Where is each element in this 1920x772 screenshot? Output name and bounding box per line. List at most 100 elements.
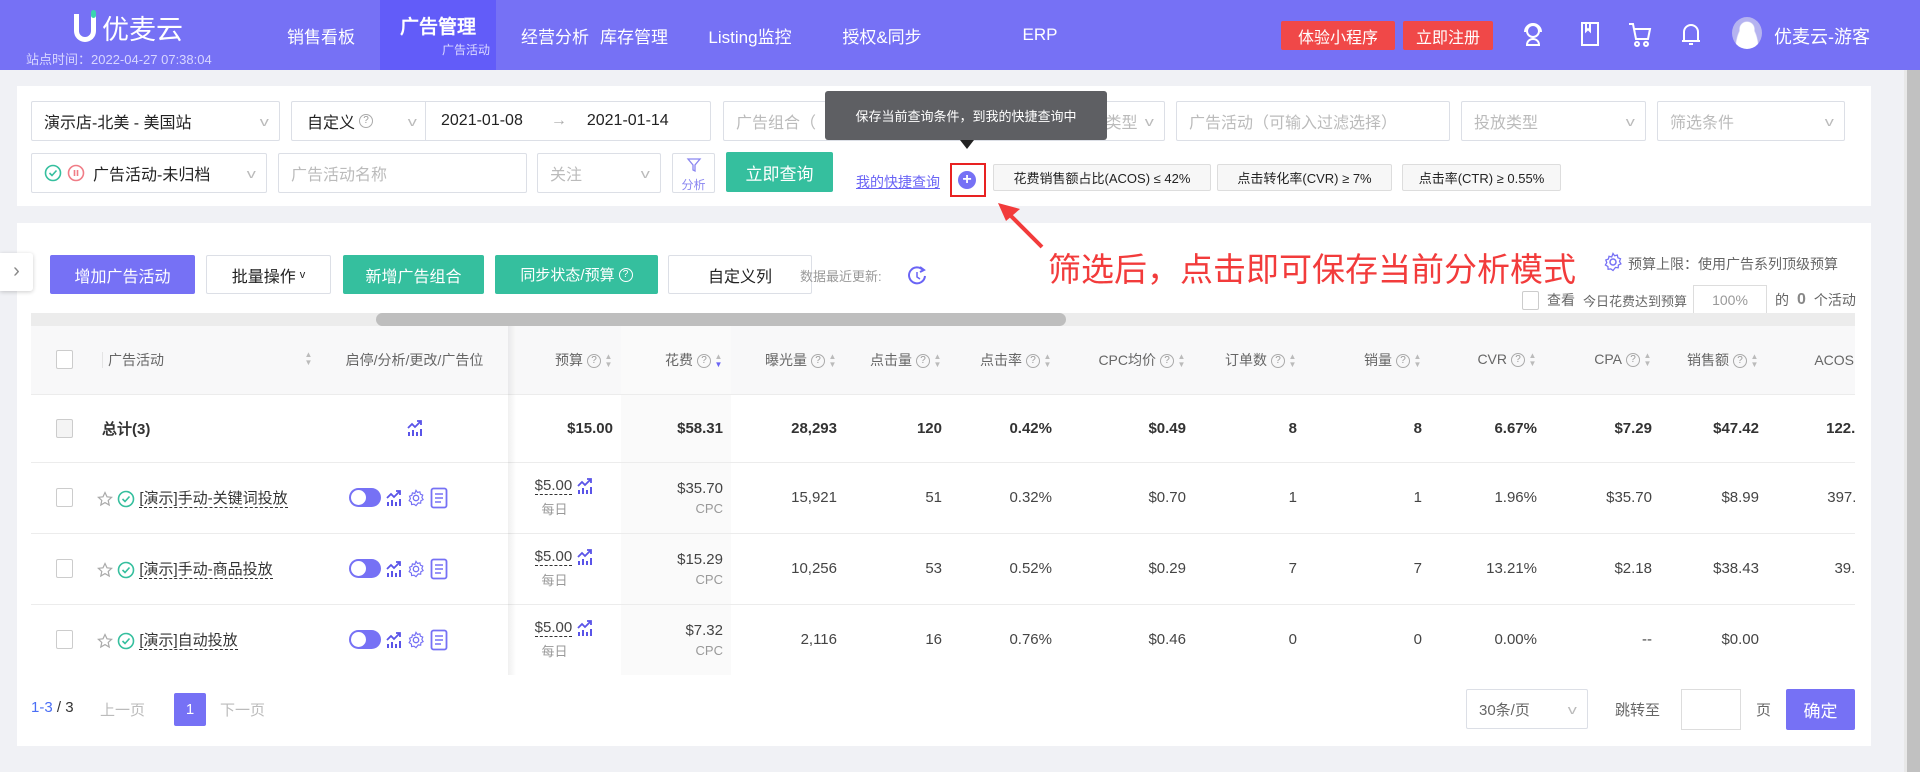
placement-report-icon[interactable] bbox=[430, 487, 448, 509]
placement-report-icon[interactable] bbox=[430, 629, 448, 651]
date-end[interactable]: 2021-01-14 bbox=[587, 112, 669, 130]
status-select[interactable]: 广告活动-未归档 v bbox=[31, 153, 267, 193]
nav-sales-board[interactable]: 销售看板 bbox=[287, 0, 355, 70]
sort-icon[interactable]: ▲ ▼ bbox=[304, 351, 313, 367]
row-checkbox[interactable] bbox=[55, 630, 73, 649]
horizontal-scrollbar[interactable] bbox=[31, 313, 1855, 326]
column-header-7[interactable]: CPC均价? ▲ ▼ bbox=[1060, 326, 1194, 395]
nav-listing-monitor[interactable]: Listing监控 bbox=[708, 0, 791, 70]
budget-trend-icon[interactable] bbox=[576, 477, 594, 495]
column-header-9[interactable]: 销量? ▲ ▼ bbox=[1305, 326, 1430, 395]
sort-icon[interactable]: ▲ ▼ bbox=[828, 353, 837, 369]
register-button[interactable]: 立即注册 bbox=[1403, 21, 1493, 50]
date-mode-select[interactable]: 自定义? v bbox=[292, 102, 426, 140]
trend-chart-icon[interactable] bbox=[385, 560, 403, 578]
date-range-picker[interactable]: 自定义? v 2021-01-08 → 2021-01-14 bbox=[291, 101, 711, 141]
budget-trend-icon[interactable] bbox=[576, 619, 594, 637]
scrollbar-thumb[interactable] bbox=[376, 313, 1066, 326]
column-header-campaign[interactable]: 广告活动 ▲ ▼ bbox=[97, 326, 321, 395]
nav-inventory[interactable]: 库存管理 bbox=[600, 0, 668, 70]
row-checkbox[interactable] bbox=[55, 488, 73, 507]
sort-icon[interactable]: ▲ ▼ bbox=[604, 353, 613, 369]
column-header-13[interactable]: ACOS? bbox=[1767, 326, 1855, 395]
add-quick-query-icon[interactable]: + bbox=[958, 171, 976, 189]
campaign-name-link[interactable]: [演示]手动-关键词投放 bbox=[139, 489, 288, 508]
settings-icon[interactable] bbox=[407, 559, 425, 578]
table-row[interactable]: [演示]手动-关键词投放 $5.00 每日 $35.70 CPC 15,921 51 0.… bbox=[31, 462, 1855, 534]
budget-trend-icon[interactable] bbox=[576, 548, 594, 566]
filter-chip-cvr[interactable]: 点击转化率(CVR) ≥ 7% bbox=[1217, 164, 1392, 191]
avatar[interactable] bbox=[1732, 17, 1762, 49]
row-checkbox[interactable] bbox=[55, 559, 73, 578]
campaign-name-input[interactable]: 广告活动名称 bbox=[278, 153, 527, 193]
table-row[interactable]: [演示]自动投放 $5.00 每日 $7.32 CPC 2,116 16 0.76% $0.… bbox=[31, 604, 1855, 675]
column-header-2[interactable]: 预算? ▲ ▼ bbox=[508, 326, 621, 395]
batch-operation-button[interactable]: 批量操作 v bbox=[206, 255, 331, 294]
sort-icon[interactable]: ▲ ▼ bbox=[714, 353, 723, 369]
budget-value[interactable]: $5.00 bbox=[534, 618, 573, 637]
star-icon[interactable] bbox=[97, 562, 113, 578]
sidebar-expand-icon[interactable]: › bbox=[0, 253, 33, 291]
trend-chart-icon[interactable] bbox=[385, 489, 403, 507]
sort-icon[interactable]: ▲ ▼ bbox=[1177, 353, 1186, 369]
date-start[interactable]: 2021-01-08 bbox=[441, 112, 523, 130]
username[interactable]: 优麦云-游客 bbox=[1774, 23, 1870, 49]
prev-page-button[interactable]: 上一页 bbox=[100, 699, 145, 720]
star-icon[interactable] bbox=[97, 491, 113, 507]
store-select[interactable]: 演示店-北美 - 美国站 v bbox=[31, 101, 280, 141]
column-header-8[interactable]: 订单数? ▲ ▼ bbox=[1194, 326, 1305, 395]
enable-toggle[interactable] bbox=[349, 488, 381, 507]
column-header-3[interactable]: 花费? ▲ ▼ bbox=[621, 326, 731, 395]
view-checkbox[interactable] bbox=[1522, 290, 1539, 310]
column-header-5[interactable]: 点击量? ▲ ▼ bbox=[845, 326, 950, 395]
sort-icon[interactable]: ▲ ▼ bbox=[1413, 353, 1422, 369]
budget-value[interactable]: $5.00 bbox=[534, 476, 573, 495]
settings-icon[interactable] bbox=[407, 488, 425, 507]
table-row[interactable]: [演示]手动-商品投放 $5.00 每日 $15.29 CPC 10,256 53 0.5… bbox=[31, 533, 1855, 605]
campaign-select[interactable]: 广告活动（可输入过滤选择） bbox=[1176, 101, 1450, 141]
customer-service-icon[interactable] bbox=[1520, 20, 1546, 48]
try-miniapp-button[interactable]: 体验小程序 bbox=[1281, 21, 1395, 50]
settings-gear-icon[interactable] bbox=[1603, 252, 1623, 272]
enable-toggle[interactable] bbox=[349, 559, 381, 578]
targeting-type-select[interactable]: 投放类型 v bbox=[1461, 101, 1646, 141]
custom-columns-button[interactable]: 自定义列 bbox=[668, 255, 812, 294]
filter-chip-acos[interactable]: 花费销售额占比(ACOS) ≤ 42% bbox=[993, 164, 1211, 191]
filter-chip-ctr[interactable]: 点击率(CTR) ≥ 0.55% bbox=[1402, 164, 1561, 191]
campaign-name-link[interactable]: [演示]手动-商品投放 bbox=[139, 560, 273, 579]
quick-query-link[interactable]: 我的快捷查询 bbox=[856, 172, 940, 192]
column-header-12[interactable]: 销售额? ▲ ▼ bbox=[1660, 326, 1767, 395]
campaign-name-link[interactable]: [演示]自动投放 bbox=[139, 631, 238, 650]
condition-select[interactable]: 筛选条件 v bbox=[1657, 101, 1845, 141]
sort-icon[interactable]: ▲ ▼ bbox=[933, 353, 942, 369]
logo[interactable]: 优麦云 bbox=[74, 8, 183, 47]
sort-icon[interactable]: ▲ ▼ bbox=[1643, 352, 1652, 368]
settings-icon[interactable] bbox=[407, 630, 425, 649]
add-ad-group-button[interactable]: 新增广告组合 bbox=[343, 255, 484, 294]
sort-icon[interactable]: ▲ ▼ bbox=[1288, 353, 1297, 369]
add-campaign-button[interactable]: 增加广告活动 bbox=[50, 255, 195, 294]
sort-icon[interactable]: ▲ ▼ bbox=[1528, 352, 1537, 368]
nav-ad-management[interactable]: 广告管理 广告活动 bbox=[380, 0, 496, 70]
next-page-button[interactable]: 下一页 bbox=[220, 699, 265, 720]
page-1-button[interactable]: 1 bbox=[174, 693, 206, 726]
query-button[interactable]: 立即查询 bbox=[726, 152, 833, 192]
column-header-10[interactable]: CVR? ▲ ▼ bbox=[1430, 326, 1545, 395]
budget-percent-input[interactable]: 100% bbox=[1693, 285, 1768, 315]
follow-select[interactable]: 关注 v bbox=[537, 153, 661, 193]
sort-icon[interactable]: ▲ ▼ bbox=[1750, 353, 1759, 369]
nav-business-analysis[interactable]: 经营分析 bbox=[521, 0, 589, 70]
trend-chart-icon[interactable] bbox=[406, 419, 424, 437]
analyze-button[interactable]: 分析 bbox=[672, 153, 715, 193]
sync-status-button[interactable]: 同步状态/预算? bbox=[495, 255, 658, 294]
column-header-11[interactable]: CPA? ▲ ▼ bbox=[1545, 326, 1660, 395]
bell-icon[interactable] bbox=[1678, 20, 1704, 48]
column-header-4[interactable]: 曝光量? ▲ ▼ bbox=[731, 326, 845, 395]
refresh-icon[interactable] bbox=[906, 264, 928, 288]
nav-erp[interactable]: ERP bbox=[1023, 0, 1058, 70]
cart-icon[interactable] bbox=[1627, 20, 1653, 48]
confirm-jump-button[interactable]: 确定 bbox=[1786, 689, 1855, 730]
budget-value[interactable]: $5.00 bbox=[534, 547, 573, 566]
page-size-select[interactable]: 30条/页 v bbox=[1466, 689, 1588, 729]
placement-report-icon[interactable] bbox=[430, 558, 448, 580]
